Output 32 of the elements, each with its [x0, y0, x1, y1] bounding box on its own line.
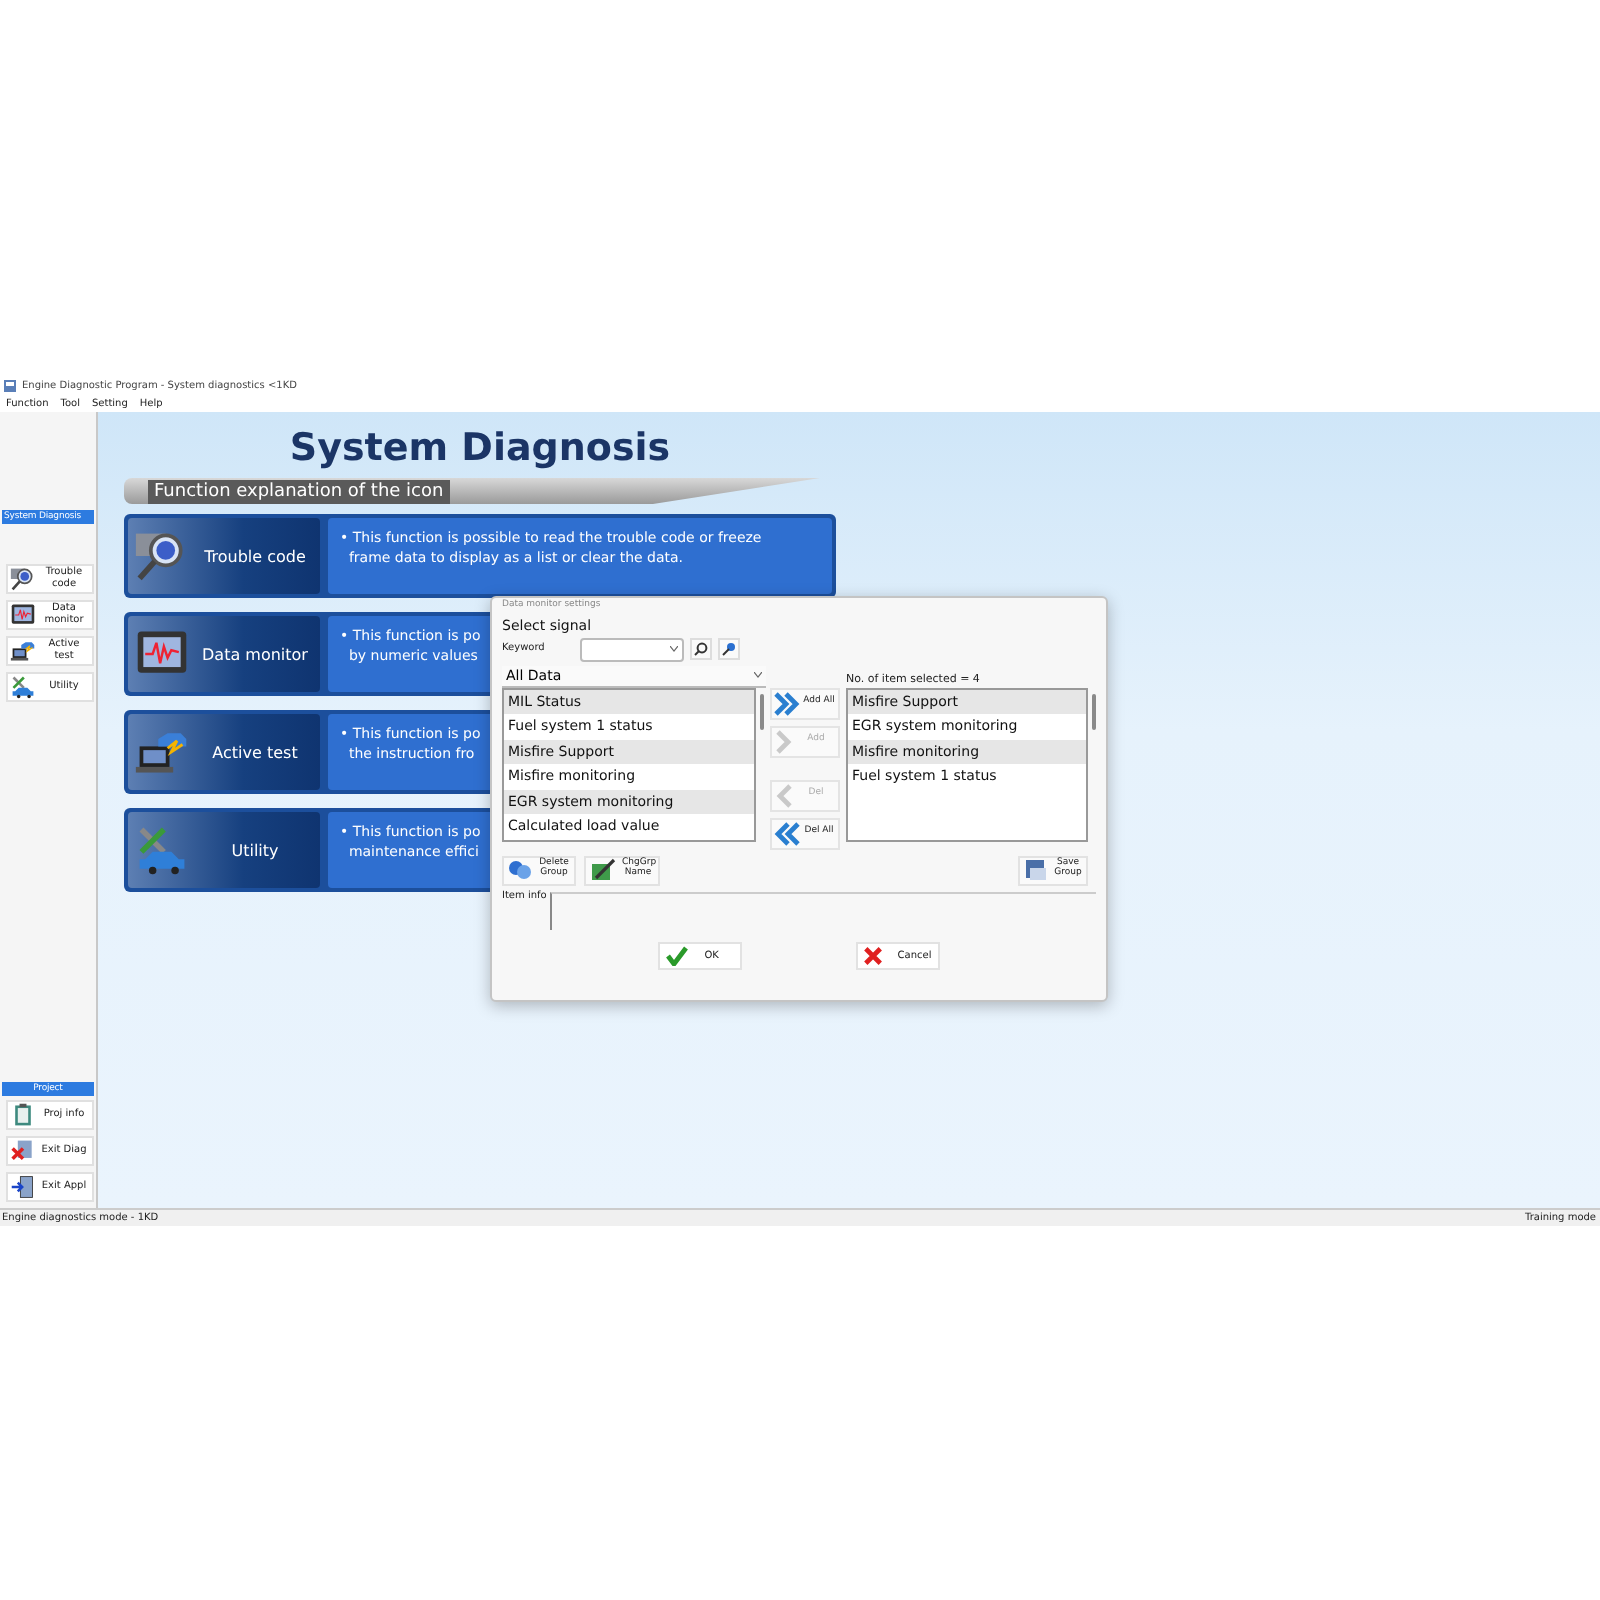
function-button[interactable]: Utility [128, 812, 320, 888]
scrollbar-thumb[interactable] [760, 693, 764, 729]
caret-icon [670, 646, 679, 652]
function-button[interactable]: Data monitor [128, 616, 320, 692]
function-button[interactable]: Trouble code [128, 518, 320, 594]
pencil-icon [590, 858, 616, 882]
scrollbar-thumb[interactable] [1092, 693, 1096, 729]
tools-car-icon [10, 674, 36, 700]
function-button[interactable]: Active test [128, 714, 320, 790]
magnifier-icon [10, 566, 36, 592]
monitor-icon [10, 602, 36, 628]
pin-button[interactable] [718, 638, 741, 660]
clipboard-icon [10, 1102, 36, 1128]
caret-icon [754, 672, 762, 678]
tools-car-icon [134, 822, 190, 878]
double-chevron-icon [774, 821, 800, 845]
double-chevron-icon [774, 691, 800, 715]
pin-icon [722, 642, 737, 656]
laptop-car-icon [10, 638, 36, 664]
section-title: Function explanation of the icon [148, 479, 450, 503]
save-icon [1024, 858, 1048, 882]
close-icon [863, 945, 882, 965]
exit-door-icon [10, 1174, 36, 1200]
search-button[interactable] [690, 638, 713, 660]
search-icon [694, 642, 709, 656]
group-icon [508, 858, 532, 882]
page-title: System Diagnosis [287, 424, 673, 472]
checkmark-icon [666, 945, 689, 965]
keyword-field[interactable] [580, 637, 685, 661]
chevron-icon [774, 783, 794, 807]
chevron-icon [774, 729, 794, 753]
cross-icon [10, 1138, 36, 1164]
